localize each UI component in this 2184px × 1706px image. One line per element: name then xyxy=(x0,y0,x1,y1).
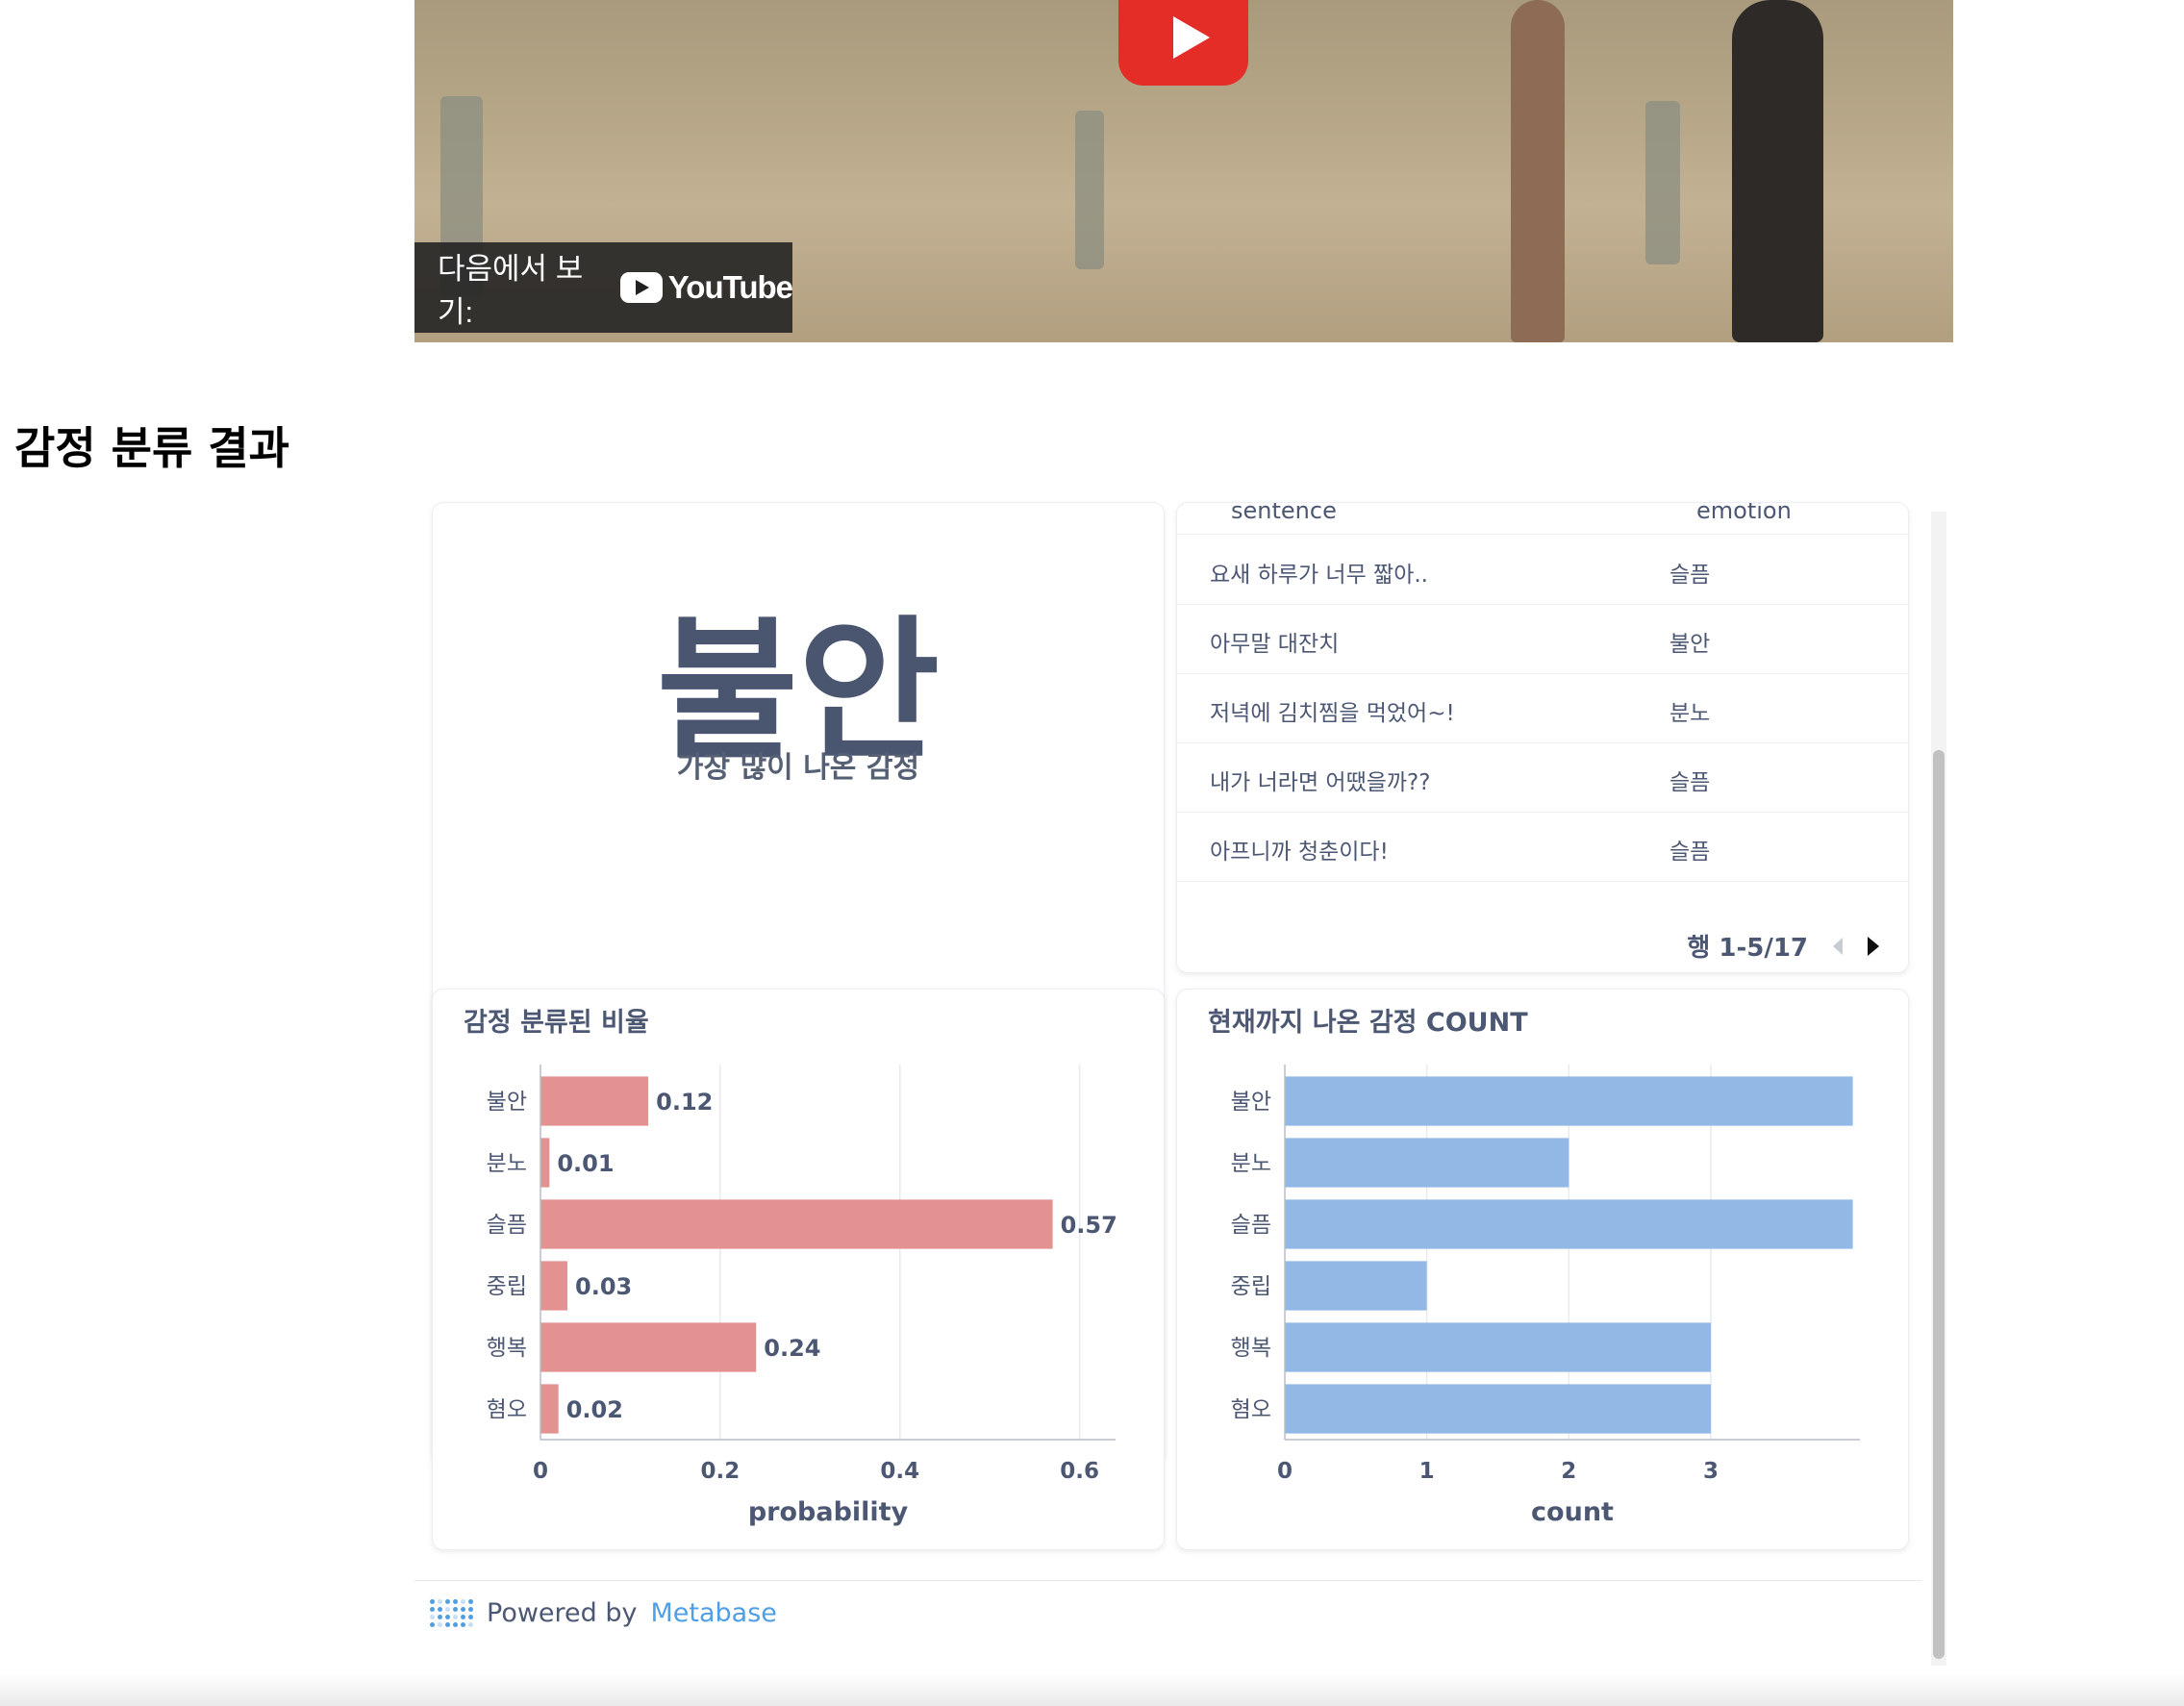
next-page-icon[interactable] xyxy=(1868,936,1879,956)
cell-emotion: 슬픔 xyxy=(1669,770,1711,795)
data-label: 0.01 xyxy=(557,1150,614,1177)
category-label: 분노 xyxy=(487,1151,527,1176)
section-title: 감정 분류 결과 xyxy=(14,422,289,474)
top-emotion-label: 가장 많이 나온 감정 xyxy=(676,751,920,785)
scrollbar-thumb[interactable] xyxy=(1933,750,1945,1659)
watch-on-label: 다음에서 보기: xyxy=(438,252,584,329)
count-bar-chart: 불안분노슬픔중립행복혐오 0 1 2 3 count xyxy=(1231,1065,1860,1527)
chart-bar xyxy=(540,1261,568,1311)
video-scenery xyxy=(1075,111,1104,269)
cell-sentence: 요새 하루가 너무 짧아.. xyxy=(1210,563,1428,588)
category-label: 중립 xyxy=(1231,1274,1271,1299)
chart-bar xyxy=(1285,1384,1711,1434)
tick-label: 0 xyxy=(533,1459,548,1484)
video-person xyxy=(1732,0,1823,342)
chart-bar xyxy=(1285,1138,1569,1188)
chart-bar xyxy=(540,1076,649,1126)
chart-bar xyxy=(1285,1322,1711,1372)
tick-label: 3 xyxy=(1703,1459,1719,1484)
page-bottom-edge xyxy=(0,1673,2184,1706)
category-label: 불안 xyxy=(1231,1090,1271,1115)
category-label: 불안 xyxy=(487,1090,527,1115)
previous-page-icon[interactable] xyxy=(1833,937,1843,955)
metabase-logo-icon xyxy=(430,1599,473,1627)
category-label: 중립 xyxy=(487,1274,527,1299)
tick-label: 1 xyxy=(1419,1459,1435,1484)
tick-label: 2 xyxy=(1561,1459,1576,1484)
probability-chart-card: 감정 분류된 비율 불안 0.12 분노 0.01 슬픔 0.57 중립 0.03 행복 0.24… xyxy=(432,989,1165,1550)
category-label: 분노 xyxy=(1231,1151,1271,1176)
table-row: 아무말 대잔치 불안 xyxy=(1177,604,1908,674)
chart-bar xyxy=(1285,1199,1853,1249)
x-axis-label: probability xyxy=(748,1497,909,1527)
cell-emotion: 분노 xyxy=(1669,701,1711,726)
table-row: 아프니까 청춘이다! 슬픔 xyxy=(1177,812,1908,882)
column-header-sentence[interactable]: sentence xyxy=(1231,503,1337,524)
chart-bar xyxy=(1285,1261,1427,1311)
category-label: 혐오 xyxy=(1231,1397,1271,1422)
video-scenery xyxy=(1645,101,1680,264)
table-row: 저녁에 김치찜을 먹었어~! 분노 xyxy=(1177,673,1908,743)
cell-sentence: 저녁에 김치찜을 먹었어~! xyxy=(1210,701,1455,726)
tick-label: 0 xyxy=(1277,1459,1293,1484)
metabase-dashboard: 불안 가장 많이 나온 감정 sentence emotion 요새 하루가 너… xyxy=(414,502,1953,1666)
tick-label: 0.2 xyxy=(701,1459,741,1484)
footer-divider xyxy=(414,1580,1921,1581)
cell-sentence: 내가 너라면 어땠을까?? xyxy=(1210,770,1431,795)
chart-bar xyxy=(540,1384,559,1434)
table-pagination: 행 1-5/17 xyxy=(1687,928,1879,964)
data-label: 0.24 xyxy=(764,1335,820,1362)
youtube-wordmark: YouTube xyxy=(667,269,793,305)
table-row: 내가 너라면 어땠을까?? 슬픔 xyxy=(1177,742,1908,813)
category-label: 행복 xyxy=(1231,1336,1271,1361)
chart-bar xyxy=(540,1322,757,1372)
pagination-label: 행 1-5/17 xyxy=(1687,934,1808,963)
video-person xyxy=(1511,0,1565,342)
cell-emotion: 슬픔 xyxy=(1669,840,1711,865)
cell-emotion: 불안 xyxy=(1669,632,1711,657)
youtube-logo: YouTube xyxy=(619,269,793,306)
count-chart-card: 현재까지 나온 감정 COUNT 불안 분노 슬픔 중립 행복 혐오 0 1 2 3 count xyxy=(1176,989,1909,1550)
play-button[interactable] xyxy=(1118,0,1248,86)
chart-bar xyxy=(1285,1076,1853,1126)
watch-on-youtube-button[interactable]: 다음에서 보기: YouTube xyxy=(414,242,793,333)
x-axis-label: count xyxy=(1531,1497,1614,1527)
video-embed[interactable]: 다음에서 보기: YouTube xyxy=(414,0,1953,342)
chart-bar xyxy=(540,1138,550,1188)
metabase-link[interactable]: Metabase xyxy=(651,1598,777,1628)
tick-label: 0.6 xyxy=(1060,1459,1099,1484)
column-header-emotion[interactable]: emotion xyxy=(1696,503,1792,524)
table-row: 요새 하루가 너무 짧아.. 슬픔 xyxy=(1177,535,1908,605)
data-label: 0.12 xyxy=(656,1089,713,1116)
youtube-icon xyxy=(619,272,663,303)
category-label: 슬픔 xyxy=(1231,1213,1271,1238)
powered-by-footer: Powered by Metabase xyxy=(430,1598,777,1628)
powered-by-label: Powered by xyxy=(487,1598,638,1628)
sentence-table-card: sentence emotion 요새 하루가 너무 짧아.. 슬픔 아무말 대… xyxy=(1176,502,1909,973)
tick-label: 0.4 xyxy=(880,1459,919,1484)
data-label: 0.03 xyxy=(575,1273,632,1300)
category-label: 행복 xyxy=(487,1336,527,1361)
data-label: 0.57 xyxy=(1061,1212,1117,1239)
category-label: 혐오 xyxy=(487,1397,527,1422)
cell-sentence: 아무말 대잔치 xyxy=(1210,632,1340,657)
probability-bar-chart: 불안 0.12 분노 0.01 슬픔 0.57 중립 0.03 행복 0.24 혐오 0.02 0 0.2… xyxy=(487,1065,1117,1527)
cell-emotion: 슬픔 xyxy=(1669,563,1711,588)
cell-sentence: 아프니까 청춘이다! xyxy=(1210,840,1389,865)
play-icon xyxy=(1173,16,1210,59)
chart-bar xyxy=(540,1199,1053,1249)
data-label: 0.02 xyxy=(566,1396,623,1423)
category-label: 슬픔 xyxy=(487,1213,527,1238)
